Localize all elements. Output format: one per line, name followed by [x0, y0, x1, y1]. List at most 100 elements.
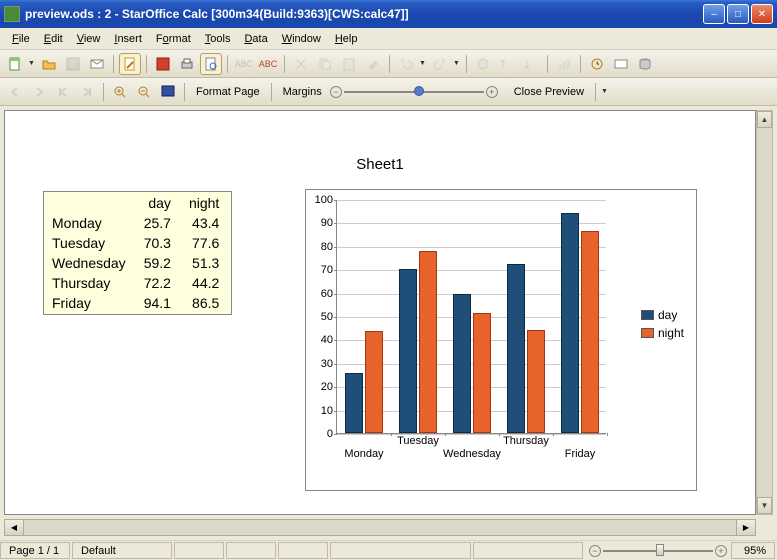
menu-file[interactable]: File — [6, 31, 36, 47]
close-button[interactable]: ✕ — [751, 4, 773, 24]
sort-desc-icon — [523, 56, 539, 72]
menu-help[interactable]: Help — [329, 31, 364, 47]
vertical-scrollbar[interactable]: ▲ ▼ — [756, 110, 773, 515]
zoom-in-button[interactable] — [109, 81, 131, 103]
autospell-icon: ABC — [259, 59, 278, 69]
legend-swatch-night — [641, 328, 654, 338]
main-area: Sheet1 day night Monday25.743.4 Tuesday7… — [0, 106, 777, 519]
status-style: Default — [72, 542, 172, 559]
save-button — [62, 53, 84, 75]
y-tick-label: 90 — [313, 217, 337, 229]
status-cell — [226, 542, 276, 559]
x-tick-label: Friday — [550, 448, 610, 460]
gallery-button[interactable] — [610, 53, 632, 75]
chart-icon — [556, 56, 572, 72]
menu-view[interactable]: View — [71, 31, 107, 47]
minimize-button[interactable]: – — [703, 4, 725, 24]
scale-minus-button[interactable]: − — [330, 86, 342, 98]
status-cell — [174, 542, 224, 559]
scroll-up-button[interactable]: ▲ — [757, 111, 772, 128]
zoom-slider[interactable] — [603, 545, 713, 557]
undo-button — [395, 53, 417, 75]
sheet-title: Sheet1 — [5, 156, 755, 173]
autospell-button[interactable]: ABC — [257, 53, 279, 75]
table-header-night: night — [183, 194, 229, 212]
y-tick-label: 50 — [313, 311, 337, 323]
menu-data[interactable]: Data — [238, 31, 273, 47]
menu-edit[interactable]: Edit — [38, 31, 69, 47]
datasources-button[interactable] — [634, 53, 656, 75]
zoom-minus-button[interactable]: − — [589, 545, 601, 557]
page-preview-icon — [203, 56, 219, 72]
new-doc-button[interactable] — [4, 53, 26, 75]
margins-button[interactable]: Margins — [277, 86, 328, 98]
status-cell — [278, 542, 328, 559]
open-button[interactable] — [38, 53, 60, 75]
y-tick-label: 0 — [313, 428, 337, 440]
chart-plot-area: 0102030405060708090100TuesdayThursdayMon… — [336, 200, 606, 434]
scale-plus-button[interactable]: + — [486, 86, 498, 98]
mail-button[interactable] — [86, 53, 108, 75]
window-controls: – □ ✕ — [703, 4, 773, 24]
fullscreen-icon — [160, 84, 176, 100]
menu-insert[interactable]: Insert — [108, 31, 148, 47]
edit-doc-button[interactable] — [119, 53, 141, 75]
y-tick-label: 40 — [313, 334, 337, 346]
standard-toolbar: ▼ ABC ABC ▼ ▼ — [0, 50, 777, 78]
close-preview-button[interactable]: Close Preview — [508, 86, 590, 98]
menu-tools[interactable]: Tools — [199, 31, 237, 47]
hscroll-track[interactable] — [24, 519, 736, 536]
scroll-track[interactable] — [757, 128, 772, 497]
full-screen-button[interactable] — [157, 81, 179, 103]
print-icon — [179, 56, 195, 72]
export-pdf-button[interactable] — [152, 53, 174, 75]
menu-format[interactable]: Format — [150, 31, 197, 47]
legend-item-day: day — [641, 308, 684, 322]
sort-desc-button — [520, 53, 542, 75]
print-button[interactable] — [176, 53, 198, 75]
scroll-left-button[interactable]: ◀ — [4, 519, 24, 536]
print-preview-button[interactable] — [200, 53, 222, 75]
format-page-button[interactable]: Format Page — [190, 86, 266, 98]
y-tick-label: 20 — [313, 381, 337, 393]
chart-bar — [507, 264, 525, 433]
data-table: day night Monday25.743.4 Tuesday70.377.6… — [43, 191, 232, 315]
table-row: Monday25.743.4 — [46, 214, 229, 232]
copy-icon — [317, 56, 333, 72]
zoom-out-button[interactable] — [133, 81, 155, 103]
chart-button — [553, 53, 575, 75]
maximize-button[interactable]: □ — [727, 4, 749, 24]
chart: 0102030405060708090100TuesdayThursdayMon… — [305, 189, 697, 491]
scale-slider[interactable] — [344, 85, 484, 99]
scroll-down-button[interactable]: ▼ — [757, 497, 772, 514]
status-cell — [330, 542, 471, 559]
zoom-in-icon — [112, 84, 128, 100]
status-zoom-value[interactable]: 95% — [731, 542, 775, 559]
scroll-right-button[interactable]: ▶ — [736, 519, 756, 536]
hyperlink-button — [472, 53, 494, 75]
toolbar-overflow[interactable]: ▼ — [601, 88, 609, 95]
cut-button — [290, 53, 312, 75]
horizontal-scrollbar[interactable]: ◀ ▶ — [4, 519, 773, 536]
x-tick-label: Tuesday — [388, 435, 448, 447]
titlebar: preview.ods : 2 - StarOffice Calc [300m3… — [0, 0, 777, 28]
y-tick-label: 80 — [313, 241, 337, 253]
status-zoom-control: − + — [585, 545, 731, 557]
status-cell — [473, 542, 583, 559]
window-title: preview.ods : 2 - StarOffice Calc [300m3… — [25, 7, 703, 21]
chart-bar — [473, 313, 491, 433]
undo-dropdown[interactable]: ▼ — [419, 60, 427, 67]
menu-window[interactable]: Window — [276, 31, 327, 47]
sort-asc-icon — [499, 56, 515, 72]
zoom-plus-button[interactable]: + — [715, 545, 727, 557]
chart-bar — [527, 330, 545, 433]
new-doc-dropdown[interactable]: ▼ — [28, 60, 36, 67]
chart-bar — [581, 231, 599, 433]
table-row: Wednesday59.251.3 — [46, 254, 229, 272]
preview-pane[interactable]: Sheet1 day night Monday25.743.4 Tuesday7… — [4, 110, 756, 515]
spellcheck-icon: ABC — [235, 59, 254, 69]
legend-swatch-day — [641, 310, 654, 320]
navigator-button[interactable] — [586, 53, 608, 75]
redo-dropdown[interactable]: ▼ — [453, 60, 461, 67]
app-icon — [4, 6, 20, 22]
